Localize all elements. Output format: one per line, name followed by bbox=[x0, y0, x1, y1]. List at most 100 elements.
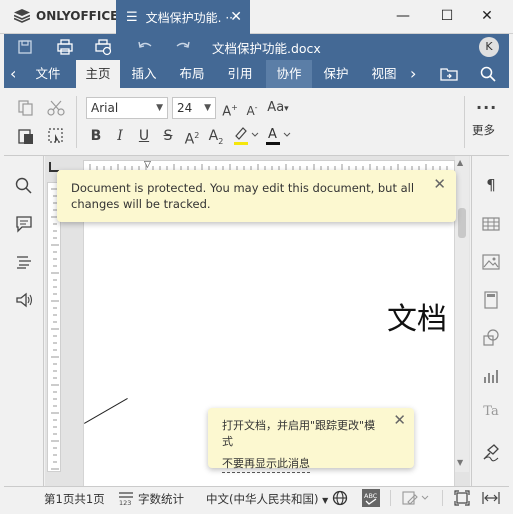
table-settings-icon[interactable] bbox=[481, 214, 501, 234]
close-tab-icon[interactable]: ✕ bbox=[230, 9, 242, 25]
scroll-up-icon[interactable]: ▲ bbox=[457, 158, 463, 167]
left-panel bbox=[4, 156, 44, 486]
tab-home[interactable]: 主页 bbox=[76, 60, 120, 88]
save-icon[interactable] bbox=[16, 38, 34, 56]
toolbar-separator bbox=[464, 96, 465, 148]
user-avatar[interactable]: K bbox=[479, 37, 499, 57]
page-info[interactable]: 第1页共1页 bbox=[44, 491, 105, 507]
toolbar-separator bbox=[76, 96, 77, 148]
track-changes-icon[interactable] bbox=[402, 490, 430, 506]
spell-check-icon[interactable]: ABC bbox=[362, 489, 380, 507]
dont-show-again-link[interactable]: 不要再显示此消息 bbox=[222, 456, 310, 473]
indent-marker-icon[interactable]: ▽ bbox=[144, 160, 151, 170]
ruler-ticks bbox=[51, 188, 59, 470]
superscript-icon[interactable]: A2 bbox=[182, 126, 202, 148]
decrease-font-icon[interactable]: A- bbox=[242, 98, 262, 118]
chevron-down-icon: ▼ bbox=[204, 103, 211, 113]
select-all-icon[interactable] bbox=[46, 126, 66, 146]
more-icon[interactable]: ··· bbox=[476, 98, 496, 118]
tab-references[interactable]: 引用 bbox=[220, 60, 260, 88]
print-icon[interactable] bbox=[56, 38, 74, 56]
tab-insert[interactable]: 插入 bbox=[124, 60, 164, 88]
document-tab-title: 文档保护功能. ··· bbox=[145, 10, 232, 25]
increase-font-icon[interactable]: A+ bbox=[220, 98, 240, 119]
scroll-down-icon[interactable]: ▼ bbox=[457, 458, 463, 467]
scrollbar-thumb[interactable] bbox=[458, 208, 466, 238]
close-window-button[interactable]: ✕ bbox=[472, 5, 502, 27]
svg-text:A: A bbox=[268, 127, 277, 142]
close-notification-icon[interactable]: ✕ bbox=[393, 412, 406, 428]
track-changes-notification-text: 打开文档，并启用"跟踪更改"模式 bbox=[222, 419, 376, 448]
vertical-ruler[interactable] bbox=[47, 182, 61, 472]
document-title: 文档保护功能.docx bbox=[212, 41, 321, 56]
italic-icon[interactable]: I bbox=[110, 126, 130, 146]
paste-icon[interactable] bbox=[16, 126, 36, 146]
signature-settings-icon[interactable] bbox=[481, 442, 501, 462]
title-bar: ONLYOFFICE ☰ 文档保护功能. ··· ✕ — ☐ ✕ bbox=[0, 0, 513, 34]
status-separator bbox=[442, 490, 443, 506]
close-notification-icon[interactable]: ✕ bbox=[433, 176, 446, 192]
globe-icon[interactable] bbox=[332, 490, 348, 506]
underline-icon[interactable]: U bbox=[134, 126, 154, 146]
minimize-button[interactable]: — bbox=[388, 5, 418, 27]
quick-print-icon[interactable] bbox=[94, 38, 112, 56]
tab-layout[interactable]: 布局 bbox=[172, 60, 212, 88]
protected-notification: Document is protected. You may edit this… bbox=[57, 170, 456, 222]
undo-icon[interactable] bbox=[136, 38, 154, 56]
shape-settings-icon[interactable] bbox=[481, 328, 501, 348]
chart-settings-icon[interactable] bbox=[481, 366, 501, 386]
app-logo: ONLYOFFICE bbox=[14, 9, 118, 23]
tab-collaboration[interactable]: 协作 bbox=[266, 60, 312, 88]
font-color-button[interactable]: A bbox=[264, 124, 292, 145]
more-label[interactable]: 更多 bbox=[472, 122, 495, 138]
strikethrough-icon[interactable]: S bbox=[158, 126, 178, 146]
font-color-icon: A bbox=[266, 127, 291, 145]
status-bar: 第1页共1页 123 字数统计 中文(中华人民共和国) ▼ ABC bbox=[4, 486, 509, 510]
feedback-speaker-icon[interactable] bbox=[14, 290, 34, 310]
vertical-scrollbar[interactable]: ▲ ▼ bbox=[455, 156, 469, 472]
maximize-button[interactable]: ☐ bbox=[432, 5, 462, 27]
word-count-label[interactable]: 字数统计 bbox=[138, 491, 184, 507]
text-art-settings-icon[interactable]: Ta bbox=[481, 404, 501, 424]
document-tab[interactable]: ☰ 文档保护功能. ··· ✕ bbox=[116, 0, 250, 34]
fit-to-page-icon[interactable] bbox=[454, 490, 470, 506]
image-settings-icon[interactable] bbox=[481, 252, 501, 272]
search-icon[interactable] bbox=[14, 176, 34, 196]
tabs-scroll-right-icon[interactable]: › bbox=[410, 60, 416, 88]
tab-view[interactable]: 视图 bbox=[364, 60, 404, 88]
search-header-icon[interactable] bbox=[480, 66, 496, 82]
word-count-icon[interactable]: 123 bbox=[118, 490, 134, 506]
language-select[interactable]: 中文(中华人民共和国) ▼ bbox=[206, 491, 328, 507]
font-size-value: 24 bbox=[177, 101, 193, 115]
app-name: ONLYOFFICE bbox=[36, 9, 119, 23]
ribbon-tabs: ‹ 文件 主页 插入 布局 引用 协作 保护 视图 › bbox=[4, 60, 509, 88]
document-text[interactable]: 文档 bbox=[387, 294, 447, 338]
navigation-icon[interactable] bbox=[14, 252, 34, 272]
redo-icon[interactable] bbox=[174, 38, 192, 56]
status-separator bbox=[390, 490, 391, 506]
cut-icon[interactable] bbox=[46, 98, 66, 118]
language-value: 中文(中华人民共和国) bbox=[206, 492, 319, 506]
tab-file[interactable]: 文件 bbox=[28, 60, 68, 88]
tab-protection[interactable]: 保护 bbox=[316, 60, 356, 88]
paragraph-settings-icon[interactable]: ¶ bbox=[481, 176, 501, 196]
menu-icon[interactable]: ☰ bbox=[126, 10, 138, 25]
onlyoffice-logo-icon bbox=[14, 9, 30, 23]
copy-icon[interactable] bbox=[16, 98, 36, 118]
bold-icon[interactable]: B bbox=[86, 126, 106, 146]
drawing-shape[interactable] bbox=[84, 398, 148, 458]
header-footer-settings-icon[interactable] bbox=[481, 290, 501, 310]
highlight-color-button[interactable] bbox=[232, 124, 260, 145]
open-file-location-icon[interactable] bbox=[440, 66, 458, 82]
track-changes-notification: 打开文档，并启用"跟踪更改"模式 不要再显示此消息 ✕ bbox=[208, 408, 414, 473]
font-size-select[interactable]: 24 ▼ bbox=[172, 97, 216, 119]
fit-to-width-icon[interactable] bbox=[482, 490, 500, 506]
svg-text:123: 123 bbox=[119, 499, 131, 506]
comments-icon[interactable] bbox=[14, 214, 34, 234]
protected-notification-text: Document is protected. You may edit this… bbox=[71, 181, 415, 211]
font-name-select[interactable]: Arial ▼ bbox=[86, 97, 168, 119]
tabs-scroll-left-icon[interactable]: ‹ bbox=[10, 60, 16, 88]
subscript-icon[interactable]: A2 bbox=[206, 126, 226, 146]
chevron-down-icon: ▼ bbox=[322, 496, 329, 505]
change-case-icon[interactable]: Aa▾ bbox=[264, 98, 292, 118]
